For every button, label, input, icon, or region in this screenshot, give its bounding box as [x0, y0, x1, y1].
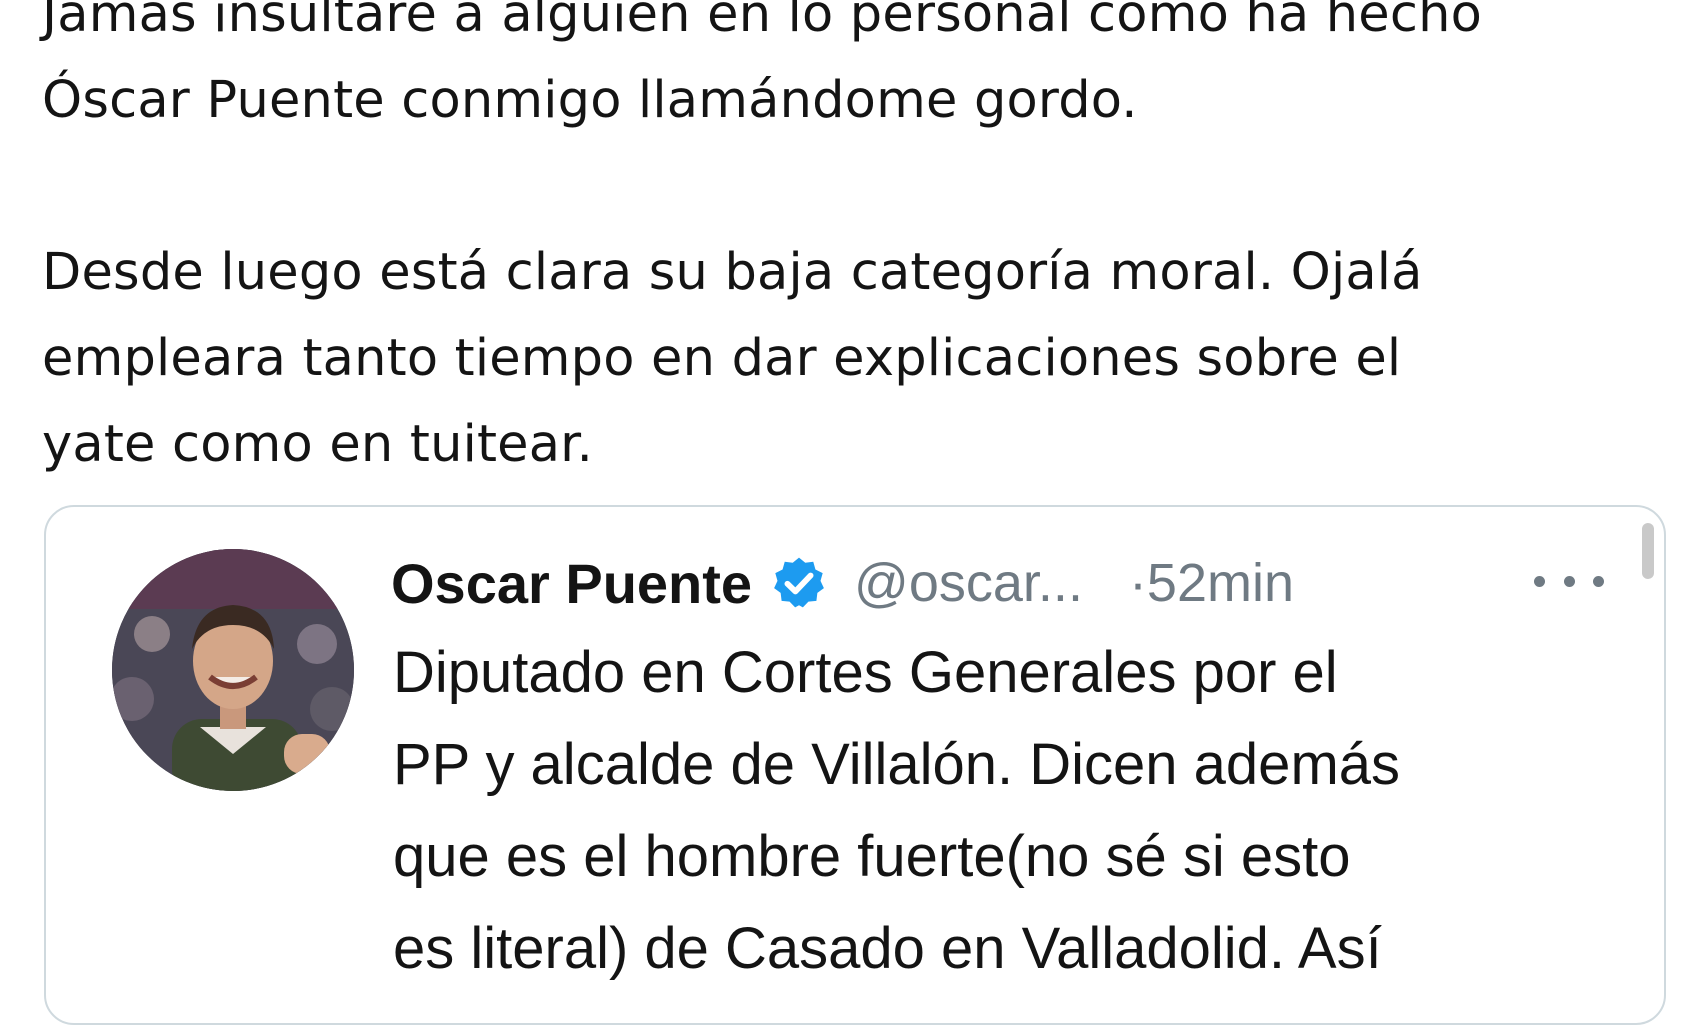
avatar[interactable] — [112, 549, 354, 791]
verified-badge-icon — [770, 554, 828, 612]
tweet-paragraph-2: Desde luego está clara su baja categoría… — [42, 243, 1423, 474]
quoted-tweet-card[interactable]: Oscar Puente @oscar... ·52min Diputado e… — [44, 505, 1666, 1025]
quoted-tweet-body: Diputado en Cortes Generales por el PP y… — [393, 640, 1401, 981]
author-name[interactable]: Oscar Puente — [391, 551, 752, 616]
avatar-photo — [112, 549, 354, 791]
quoted-tweet-header: Oscar Puente @oscar... ·52min — [391, 543, 1294, 623]
more-options-icon[interactable] — [1534, 571, 1604, 591]
tweet-paragraph-1: Jamás insultaré a alguien en lo personal… — [42, 0, 1483, 130]
author-handle[interactable]: @oscar... — [854, 552, 1083, 614]
scrollbar[interactable] — [1642, 523, 1654, 579]
tweet-text: Jamás insultaré a alguien en lo personal… — [42, 0, 1682, 488]
tweet-timestamp[interactable]: ·52min — [1129, 552, 1294, 614]
